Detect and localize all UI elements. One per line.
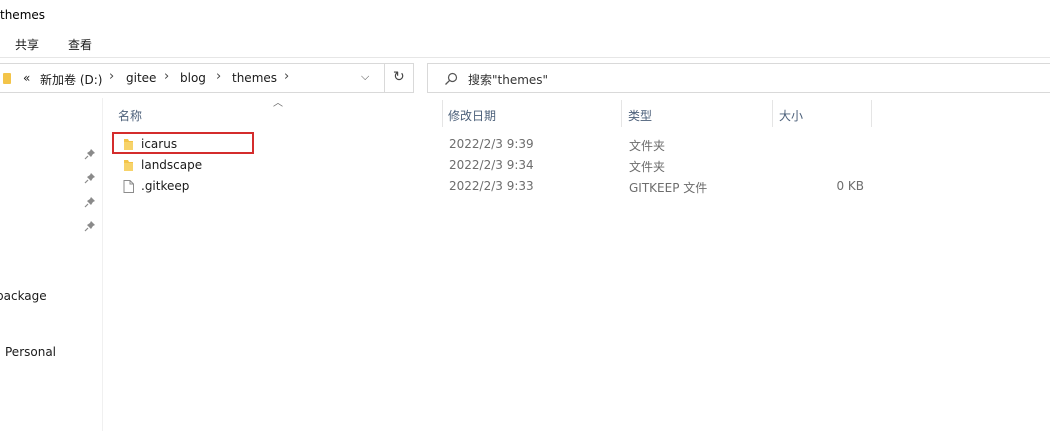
pin-icon[interactable] [84,196,96,208]
column-header-type[interactable]: 类型 [620,100,773,127]
tab-share[interactable]: 共享 [15,36,39,53]
file-modified: 2022/2/3 9:34 [449,158,534,172]
file-row-landscape[interactable]: landscape 2022/2/3 9:34 文件夹 [112,155,882,176]
breadcrumb-drive[interactable]: 新加卷 (D:) [40,71,102,88]
column-header-name[interactable]: 名称 [110,100,443,127]
breadcrumb-gitee[interactable]: gitee [126,71,156,85]
pin-icon[interactable] [84,148,96,160]
search-icon [445,72,458,85]
address-bar[interactable]: « 新加卷 (D:) › gitee › blog › themes › ⌵ [0,63,385,93]
nav-item-personal[interactable]: Personal [5,345,56,359]
navigation-pane: package Personal [0,98,103,431]
refresh-button[interactable]: ↻ [385,63,414,93]
column-header-modified[interactable]: 修改日期 [440,100,622,127]
file-name: .gitkeep [141,179,190,193]
tab-view[interactable]: 查看 [68,36,92,53]
breadcrumb-overflow[interactable]: « [23,71,30,85]
pin-icon[interactable] [84,220,96,232]
chevron-right-icon[interactable]: › [164,69,169,84]
file-icon [123,180,134,193]
address-row: « 新加卷 (D:) › gitee › blog › themes › ⌵ ↻… [0,58,1050,98]
search-placeholder: 搜索"themes" [468,73,549,87]
file-size: 0 KB [836,179,864,193]
column-header: 名称 修改日期 类型 大小 [110,100,875,127]
selection-highlight [112,132,254,154]
window-title: themes [0,8,46,22]
folder-icon [3,73,11,84]
column-header-size[interactable]: 大小 [771,100,872,127]
nav-item-package[interactable]: package [0,289,47,303]
file-row-gitkeep[interactable]: .gitkeep 2022/2/3 9:33 GITKEEP 文件 0 KB [112,176,882,197]
chevron-right-icon[interactable]: › [216,69,221,84]
breadcrumb-blog[interactable]: blog [180,71,206,85]
file-modified: 2022/2/3 9:33 [449,179,534,193]
file-type: 文件夹 [629,160,666,174]
chevron-right-icon[interactable]: › [109,69,114,84]
title-bar: themes [0,0,1050,30]
chevron-down-icon[interactable]: ⌵ [361,70,369,84]
chevron-right-icon[interactable]: › [284,69,289,84]
search-input[interactable]: 搜索"themes" [427,63,1050,93]
file-name: landscape [141,158,203,172]
folder-icon [124,160,133,171]
file-modified: 2022/2/3 9:39 [449,137,534,151]
ribbon: 共享 查看 [0,30,1050,58]
pin-icon[interactable] [84,172,96,184]
file-type: 文件夹 [629,139,666,153]
breadcrumb-themes[interactable]: themes [232,71,277,85]
refresh-icon: ↻ [393,69,405,85]
file-type: GITKEEP 文件 [629,181,708,195]
